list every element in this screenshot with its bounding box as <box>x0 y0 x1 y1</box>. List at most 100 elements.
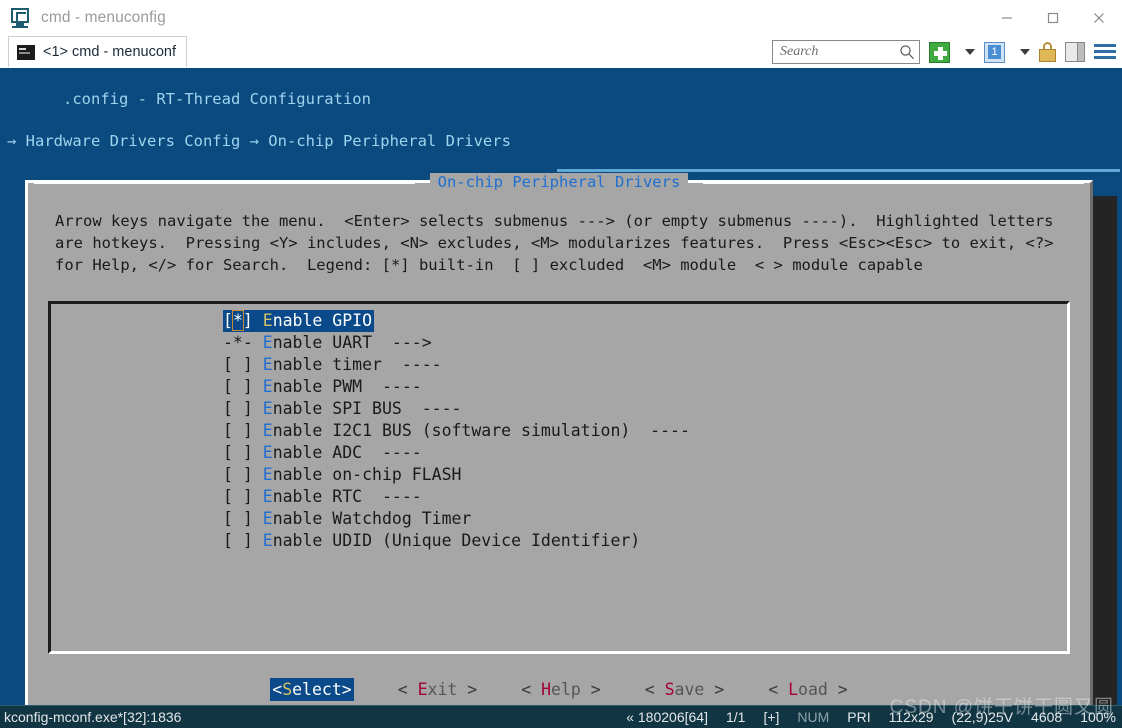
breadcrumb: → Hardware Drivers Config → On-chip Peri… <box>7 131 511 152</box>
menu-item-label: nable on-chip FLASH <box>273 465 462 484</box>
menu-item[interactable]: [ ] Enable SPI BUS ---- <box>223 398 461 420</box>
menu-item-hotkey: E <box>263 443 273 462</box>
status-scroll-marker: « 180206[64] <box>626 709 708 725</box>
menu-item-list: [*] Enable GPIO-*- Enable UART --->[ ] E… <box>223 310 690 552</box>
minimize-button[interactable] <box>984 0 1030 36</box>
menu-item-label: nable timer ---- <box>273 355 442 374</box>
new-tab-dropdown[interactable] <box>959 49 975 55</box>
split-pane-icon <box>1065 42 1085 62</box>
menu-item-hotkey: E <box>263 377 273 396</box>
menu-item[interactable]: [ ] Enable I2C1 BUS (software simulation… <box>223 420 690 442</box>
button-bracket-close: > <box>704 680 724 699</box>
menu-item[interactable]: [ ] Enable UDID (Unique Device Identifie… <box>223 530 640 552</box>
menu-item[interactable]: [*] Enable GPIO <box>223 310 374 332</box>
dialog-button-elp[interactable]: < Help > <box>521 678 601 701</box>
button-hotkey: E <box>418 680 428 699</box>
search-icon[interactable] <box>899 44 915 60</box>
new-tab-button[interactable] <box>929 42 950 63</box>
maximize-button[interactable] <box>1030 0 1076 36</box>
button-hotkey: H <box>541 680 551 699</box>
button-bracket-close: > <box>828 680 848 699</box>
status-size: 112x29 <box>889 709 934 725</box>
status-pri: PRI <box>847 709 870 725</box>
menu-item-gap <box>253 443 263 462</box>
menu-item-hotkey: E <box>263 311 273 330</box>
menu-item[interactable]: [ ] Enable PWM ---- <box>223 376 422 398</box>
tab-cmd-menuconf[interactable]: <1> cmd - menuconf <box>8 36 187 67</box>
search-input[interactable]: Search <box>772 40 920 64</box>
tab-label: <1> cmd - menuconf <box>43 44 176 60</box>
dialog-title-rule-right <box>703 182 1084 184</box>
button-bracket-open: < <box>768 680 788 699</box>
close-button[interactable] <box>1076 0 1122 36</box>
dialog-button-xit[interactable]: < Exit > <box>398 678 478 701</box>
menu-item-gap <box>253 487 263 506</box>
button-bracket-open: < <box>272 680 282 699</box>
console-window-icon <box>10 7 32 29</box>
menu-item-mark: [ ] <box>223 531 253 550</box>
status-plus: [+] <box>763 709 779 725</box>
dialog-button-elect[interactable]: <Select> <box>270 678 353 701</box>
button-bracket-close: > <box>342 680 352 699</box>
split-pane-button[interactable] <box>1065 42 1085 62</box>
menu-item[interactable]: [ ] Enable Watchdog Timer <box>223 508 471 530</box>
menu-listbox[interactable]: [*] Enable GPIO-*- Enable UART --->[ ] E… <box>48 301 1070 654</box>
menu-item-gap <box>253 465 263 484</box>
menu-item-label: nable ADC ---- <box>273 443 422 462</box>
menu-item-gap <box>253 509 263 528</box>
hamburger-menu-button[interactable] <box>1094 44 1116 60</box>
menu-item-mark: [ ] <box>223 421 253 440</box>
button-label: elect <box>292 680 342 699</box>
menu-item-label: nable RTC ---- <box>273 487 422 506</box>
menu-item-label: nable PWM ---- <box>273 377 422 396</box>
button-bracket-open: < <box>398 680 418 699</box>
menu-item-gap <box>253 377 263 396</box>
menu-item-hotkey: E <box>263 399 273 418</box>
status-process: kconfig-mconf.exe*[32]:1836 <box>4 709 181 725</box>
menu-item-label: nable GPIO <box>273 311 372 330</box>
window-titlebar: cmd - menuconfig <box>0 0 1122 36</box>
menu-item-mark: [*] <box>223 311 253 330</box>
console-surface[interactable]: .config - RT-Thread Configuration → Hard… <box>0 68 1122 705</box>
button-label: xit <box>428 680 458 699</box>
button-bracket-close: > <box>457 680 477 699</box>
status-num: NUM <box>797 709 829 725</box>
menu-item[interactable]: [ ] Enable on-chip FLASH <box>223 464 461 486</box>
menu-item[interactable]: [ ] Enable RTC ---- <box>223 486 422 508</box>
menu-item-mark: [ ] <box>223 443 253 462</box>
status-metrics: « 180206[64] 1/1 [+] NUM PRI 112x29 (22,… <box>626 709 1116 725</box>
menu-item[interactable]: -*- Enable UART ---> <box>223 332 432 354</box>
menu-item-gap <box>253 531 263 550</box>
window-dropdown[interactable] <box>1014 49 1030 55</box>
menu-item-gap <box>253 399 263 418</box>
window-title: cmd - menuconfig <box>41 9 166 27</box>
menu-item-label: nable I2C1 BUS (software simulation) ---… <box>273 421 690 440</box>
menu-item-hotkey: E <box>263 355 273 374</box>
menuconfig-dialog: On-chip Peripheral Drivers Arrow keys na… <box>25 180 1093 705</box>
button-bracket-open: < <box>645 680 665 699</box>
menu-item[interactable]: [ ] Enable ADC ---- <box>223 442 422 464</box>
menu-item-gap <box>253 333 263 352</box>
button-label: oad <box>798 680 828 699</box>
dialog-title: On-chip Peripheral Drivers <box>430 173 689 191</box>
menu-item-label: nable SPI BUS ---- <box>273 399 462 418</box>
button-bracket-close: > <box>581 680 601 699</box>
menu-item-mark: [ ] <box>223 465 253 484</box>
lock-button[interactable] <box>1039 42 1056 62</box>
window-toolbar: Search 1 <box>772 39 1116 65</box>
dialog-button-row: <Select>< Exit >< Help >< Save >< Load > <box>28 678 1090 701</box>
dialog-help-text: Arrow keys navigate the menu. <Enter> se… <box>55 210 1075 276</box>
dialog-button-oad[interactable]: < Load > <box>768 678 848 701</box>
window-number-icon: 1 <box>984 42 1005 63</box>
dialog-title-rule-left <box>34 182 415 184</box>
status-cursor: (22,9)25V <box>952 709 1013 725</box>
menu-item-mark: [ ] <box>223 377 253 396</box>
kconfig-config-title: .config - RT-Thread Configuration <box>63 90 371 108</box>
lock-icon <box>1039 42 1056 62</box>
menu-item-hotkey: E <box>263 465 273 484</box>
window-number-button[interactable]: 1 <box>984 42 1005 63</box>
menu-item[interactable]: [ ] Enable timer ---- <box>223 354 442 376</box>
dialog-button-ave[interactable]: < Save > <box>645 678 725 701</box>
hamburger-menu-icon <box>1094 44 1116 60</box>
status-page: 1/1 <box>726 709 745 725</box>
